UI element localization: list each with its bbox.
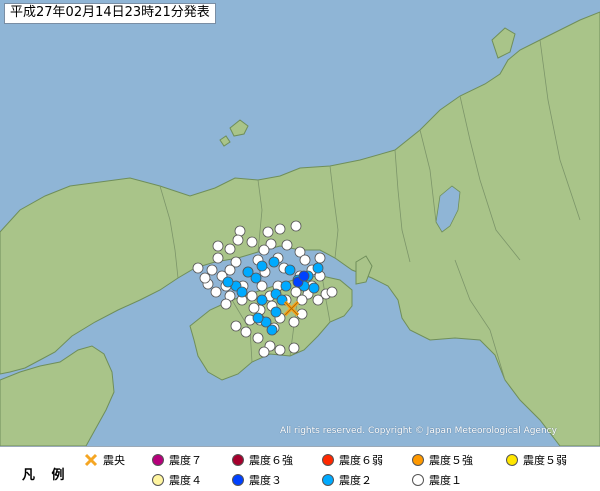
intensity-6-strong-dot	[232, 454, 244, 466]
station-intensity-3-marker	[298, 270, 310, 282]
legend-intensity-5-strong-label: 震度５強	[429, 454, 473, 467]
station-intensity-2-marker	[256, 260, 268, 272]
legend-intensity-7: 震度７	[152, 452, 202, 468]
station-intensity-1-marker	[212, 252, 224, 264]
intensity-1-dot	[412, 474, 424, 486]
legend-intensity-1: 震度１	[412, 472, 462, 488]
earthquake-map-view: 平成27年02月14日23時21分発表 All rights reserved.…	[0, 0, 600, 491]
station-intensity-1-marker	[210, 286, 222, 298]
station-intensity-1-marker	[288, 316, 300, 328]
intensity-6-weak-dot	[322, 454, 334, 466]
station-intensity-1-marker	[290, 220, 302, 232]
copyright-notice: All rights reserved. Copyright © Japan M…	[280, 426, 557, 436]
legend-intensity-1-label: 震度１	[429, 474, 462, 487]
station-intensity-1-marker	[212, 240, 224, 252]
legend-intensity-7-label: 震度７	[169, 454, 202, 467]
station-intensity-1-marker	[232, 234, 244, 246]
intensity-5-strong-dot	[412, 454, 424, 466]
station-intensity-2-marker	[270, 306, 282, 318]
legend-intensity-4: 震度４	[152, 472, 202, 488]
station-intensity-2-marker	[280, 280, 292, 292]
legend-intensity-2: 震度２	[322, 472, 372, 488]
map-canvas	[0, 0, 600, 446]
intensity-2-dot	[322, 474, 334, 486]
station-intensity-1-marker	[274, 223, 286, 235]
station-intensity-2-marker	[250, 272, 262, 284]
intensity-7-dot	[152, 454, 164, 466]
station-intensity-2-marker	[312, 262, 324, 274]
legend-intensity-6-weak: 震度６弱	[322, 452, 383, 468]
legend-panel: 凡 例 震央 震度７ 震度６強 震度６弱 震度５強 震度５弱 震度４ 震度３ 震…	[0, 446, 600, 491]
legend-intensity-3: 震度３	[232, 472, 282, 488]
station-intensity-2-marker	[284, 264, 296, 276]
station-intensity-1-marker	[314, 252, 326, 264]
station-intensity-1-marker	[220, 298, 232, 310]
station-intensity-2-marker	[252, 312, 264, 324]
station-intensity-1-marker	[248, 302, 260, 314]
legend-epicenter-label: 震央	[103, 454, 125, 467]
station-intensity-2-marker	[268, 256, 280, 268]
station-intensity-1-marker	[326, 286, 338, 298]
station-intensity-2-marker	[266, 324, 278, 336]
station-intensity-1-marker	[224, 243, 236, 255]
station-intensity-1-marker	[206, 264, 218, 276]
station-intensity-1-marker	[246, 290, 258, 302]
legend-intensity-6-strong: 震度６強	[232, 452, 293, 468]
epicenter-x-icon	[84, 453, 98, 467]
station-intensity-1-marker	[262, 226, 274, 238]
station-intensity-1-marker	[274, 344, 286, 356]
station-intensity-1-marker	[252, 332, 264, 344]
station-intensity-2-marker	[308, 282, 320, 294]
legend-intensity-6-strong-label: 震度６強	[249, 454, 293, 467]
station-intensity-1-marker	[288, 342, 300, 354]
station-intensity-1-marker	[281, 239, 293, 251]
station-intensity-1-marker	[192, 262, 204, 274]
legend-intensity-5-weak-label: 震度５弱	[523, 454, 567, 467]
legend-intensity-5-strong: 震度５強	[412, 452, 473, 468]
issue-time-title: 平成27年02月14日23時21分発表	[4, 3, 216, 24]
intensity-4-dot	[152, 474, 164, 486]
legend-title: 凡 例	[22, 468, 71, 483]
station-intensity-1-marker	[312, 294, 324, 306]
station-intensity-1-marker	[258, 244, 270, 256]
station-intensity-1-marker	[299, 254, 311, 266]
legend-intensity-2-label: 震度２	[339, 474, 372, 487]
legend-epicenter: 震央	[84, 452, 125, 468]
legend-intensity-3-label: 震度３	[249, 474, 282, 487]
station-intensity-2-marker	[256, 294, 268, 306]
station-intensity-2-marker	[236, 286, 248, 298]
station-intensity-2-marker	[222, 276, 234, 288]
legend-intensity-6-weak-label: 震度６弱	[339, 454, 383, 467]
station-intensity-1-marker	[234, 225, 246, 237]
station-intensity-1-marker	[224, 264, 236, 276]
station-intensity-1-marker	[258, 346, 270, 358]
intensity-5-weak-dot	[506, 454, 518, 466]
station-intensity-1-marker	[240, 326, 252, 338]
legend-intensity-5-weak: 震度５弱	[506, 452, 567, 468]
station-intensity-1-marker	[246, 236, 258, 248]
intensity-3-dot	[232, 474, 244, 486]
legend-intensity-4-label: 震度４	[169, 474, 202, 487]
station-intensity-1-marker	[230, 320, 242, 332]
station-intensity-1-marker	[199, 272, 211, 284]
